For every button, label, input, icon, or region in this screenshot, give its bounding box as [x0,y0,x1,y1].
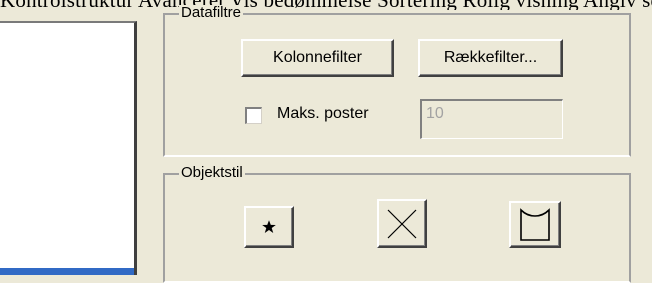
datafiltre-title: Datafiltre [179,4,244,21]
x-style-button[interactable] [377,199,427,248]
clipped-header-text: Kontrolstruktur Avanceret Vis bedømmelse… [0,0,652,10]
max-posts-input: 10 [420,99,563,139]
list-box[interactable] [0,21,137,275]
banner-icon [520,207,550,241]
star-style-button[interactable] [244,206,294,248]
x-icon [387,209,417,238]
raekkefilter-button[interactable]: Rækkefilter... [418,39,563,77]
star-icon [262,220,276,233]
kolonnefilter-button[interactable]: Kolonnefilter [241,39,394,77]
banner-style-button[interactable] [509,201,561,248]
list-selection[interactable] [0,268,134,275]
objektstil-title: Objektstil [179,164,245,181]
max-posts-label: Maks. poster [277,105,369,122]
max-posts-checkbox[interactable] [245,107,262,124]
